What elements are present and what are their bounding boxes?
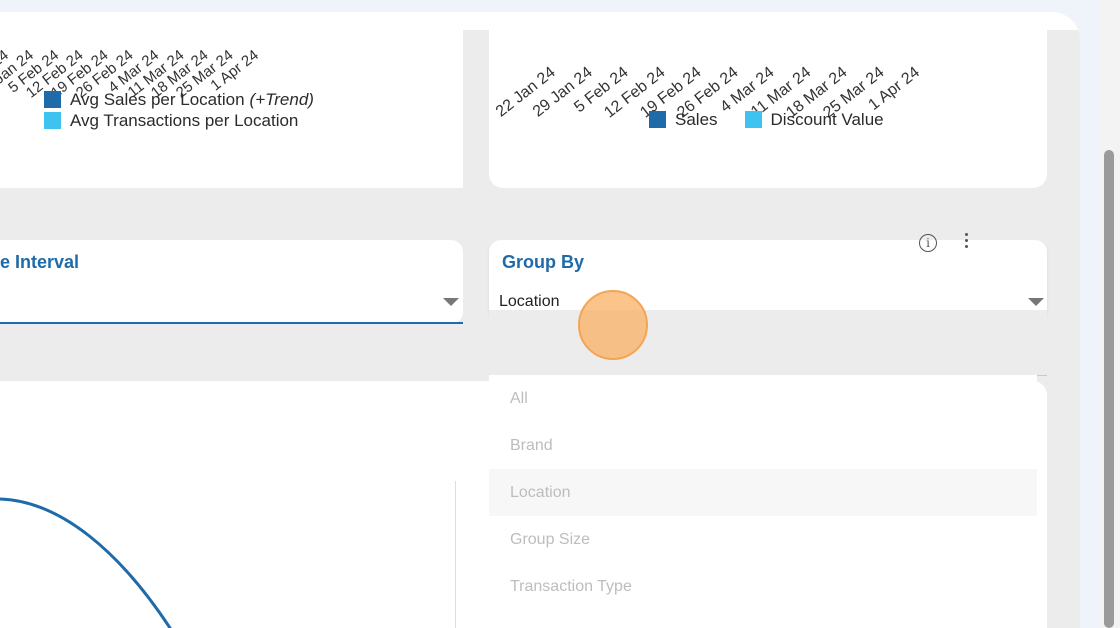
chart-divider xyxy=(455,481,456,628)
legend-item[interactable]: Sales xyxy=(649,109,718,130)
option-location[interactable]: Location xyxy=(489,469,1037,516)
legend-swatch-icon xyxy=(44,91,61,108)
legend-label: Discount Value xyxy=(770,109,884,129)
interval-filter-title: e Interval xyxy=(0,252,80,272)
legend-item[interactable]: Avg Sales per Location (+Trend) xyxy=(44,89,314,110)
trend-line xyxy=(0,497,172,628)
chevron-down-icon[interactable] xyxy=(1028,298,1044,306)
option-brand[interactable]: Brand xyxy=(489,422,1037,469)
legend-item[interactable]: Discount Value xyxy=(744,109,884,130)
group-by-select-value[interactable]: Location xyxy=(499,293,560,311)
info-icon[interactable]: i xyxy=(919,234,937,252)
legend-swatch-icon xyxy=(744,111,762,128)
avg-sales-chart-card: 22 Jan 2429 Jan 245 Feb 2412 Feb 2419 Fe… xyxy=(0,12,463,188)
legend-swatch-icon xyxy=(44,112,61,129)
sales-discount-chart-card: 22 Jan 24 29 Jan 24 5 Feb 24 12 Feb 24 19 Fe… xyxy=(489,12,1047,188)
group-by-search-field[interactable] xyxy=(489,310,1047,376)
interval-select-underline xyxy=(0,322,463,324)
legend-swatch-icon xyxy=(649,111,666,128)
chevron-down-icon[interactable] xyxy=(443,298,459,306)
option-group-size[interactable]: Group Size xyxy=(489,516,1037,563)
legend-label: Avg Sales per Location xyxy=(70,89,245,109)
option-transaction-type[interactable]: Transaction Type xyxy=(489,563,1037,610)
click-indicator xyxy=(578,290,648,360)
option-all[interactable]: All xyxy=(489,375,1037,422)
group-by-title: Group By xyxy=(502,252,585,272)
legend-trend-suffix: (+Trend) xyxy=(249,89,314,109)
chart-legend: Sales Discount Value xyxy=(649,109,884,130)
legend-label: Avg Transactions per Location xyxy=(70,110,299,130)
dashboard-page: 22 Jan 2429 Jan 245 Feb 2412 Feb 2419 Fe… xyxy=(0,12,1080,628)
legend-label: Sales xyxy=(675,109,718,129)
chart-legend: Avg Sales per Location (+Trend) Avg Tran… xyxy=(44,89,314,131)
interval-filter[interactable]: e Interval xyxy=(0,240,463,324)
legend-item[interactable]: Avg Transactions per Location xyxy=(44,110,314,131)
group-by-options-list[interactable]: All Brand Location Group Size Transactio… xyxy=(489,375,1037,628)
scrollbar-thumb[interactable] xyxy=(1104,150,1114,628)
more-vertical-icon[interactable] xyxy=(960,233,972,251)
